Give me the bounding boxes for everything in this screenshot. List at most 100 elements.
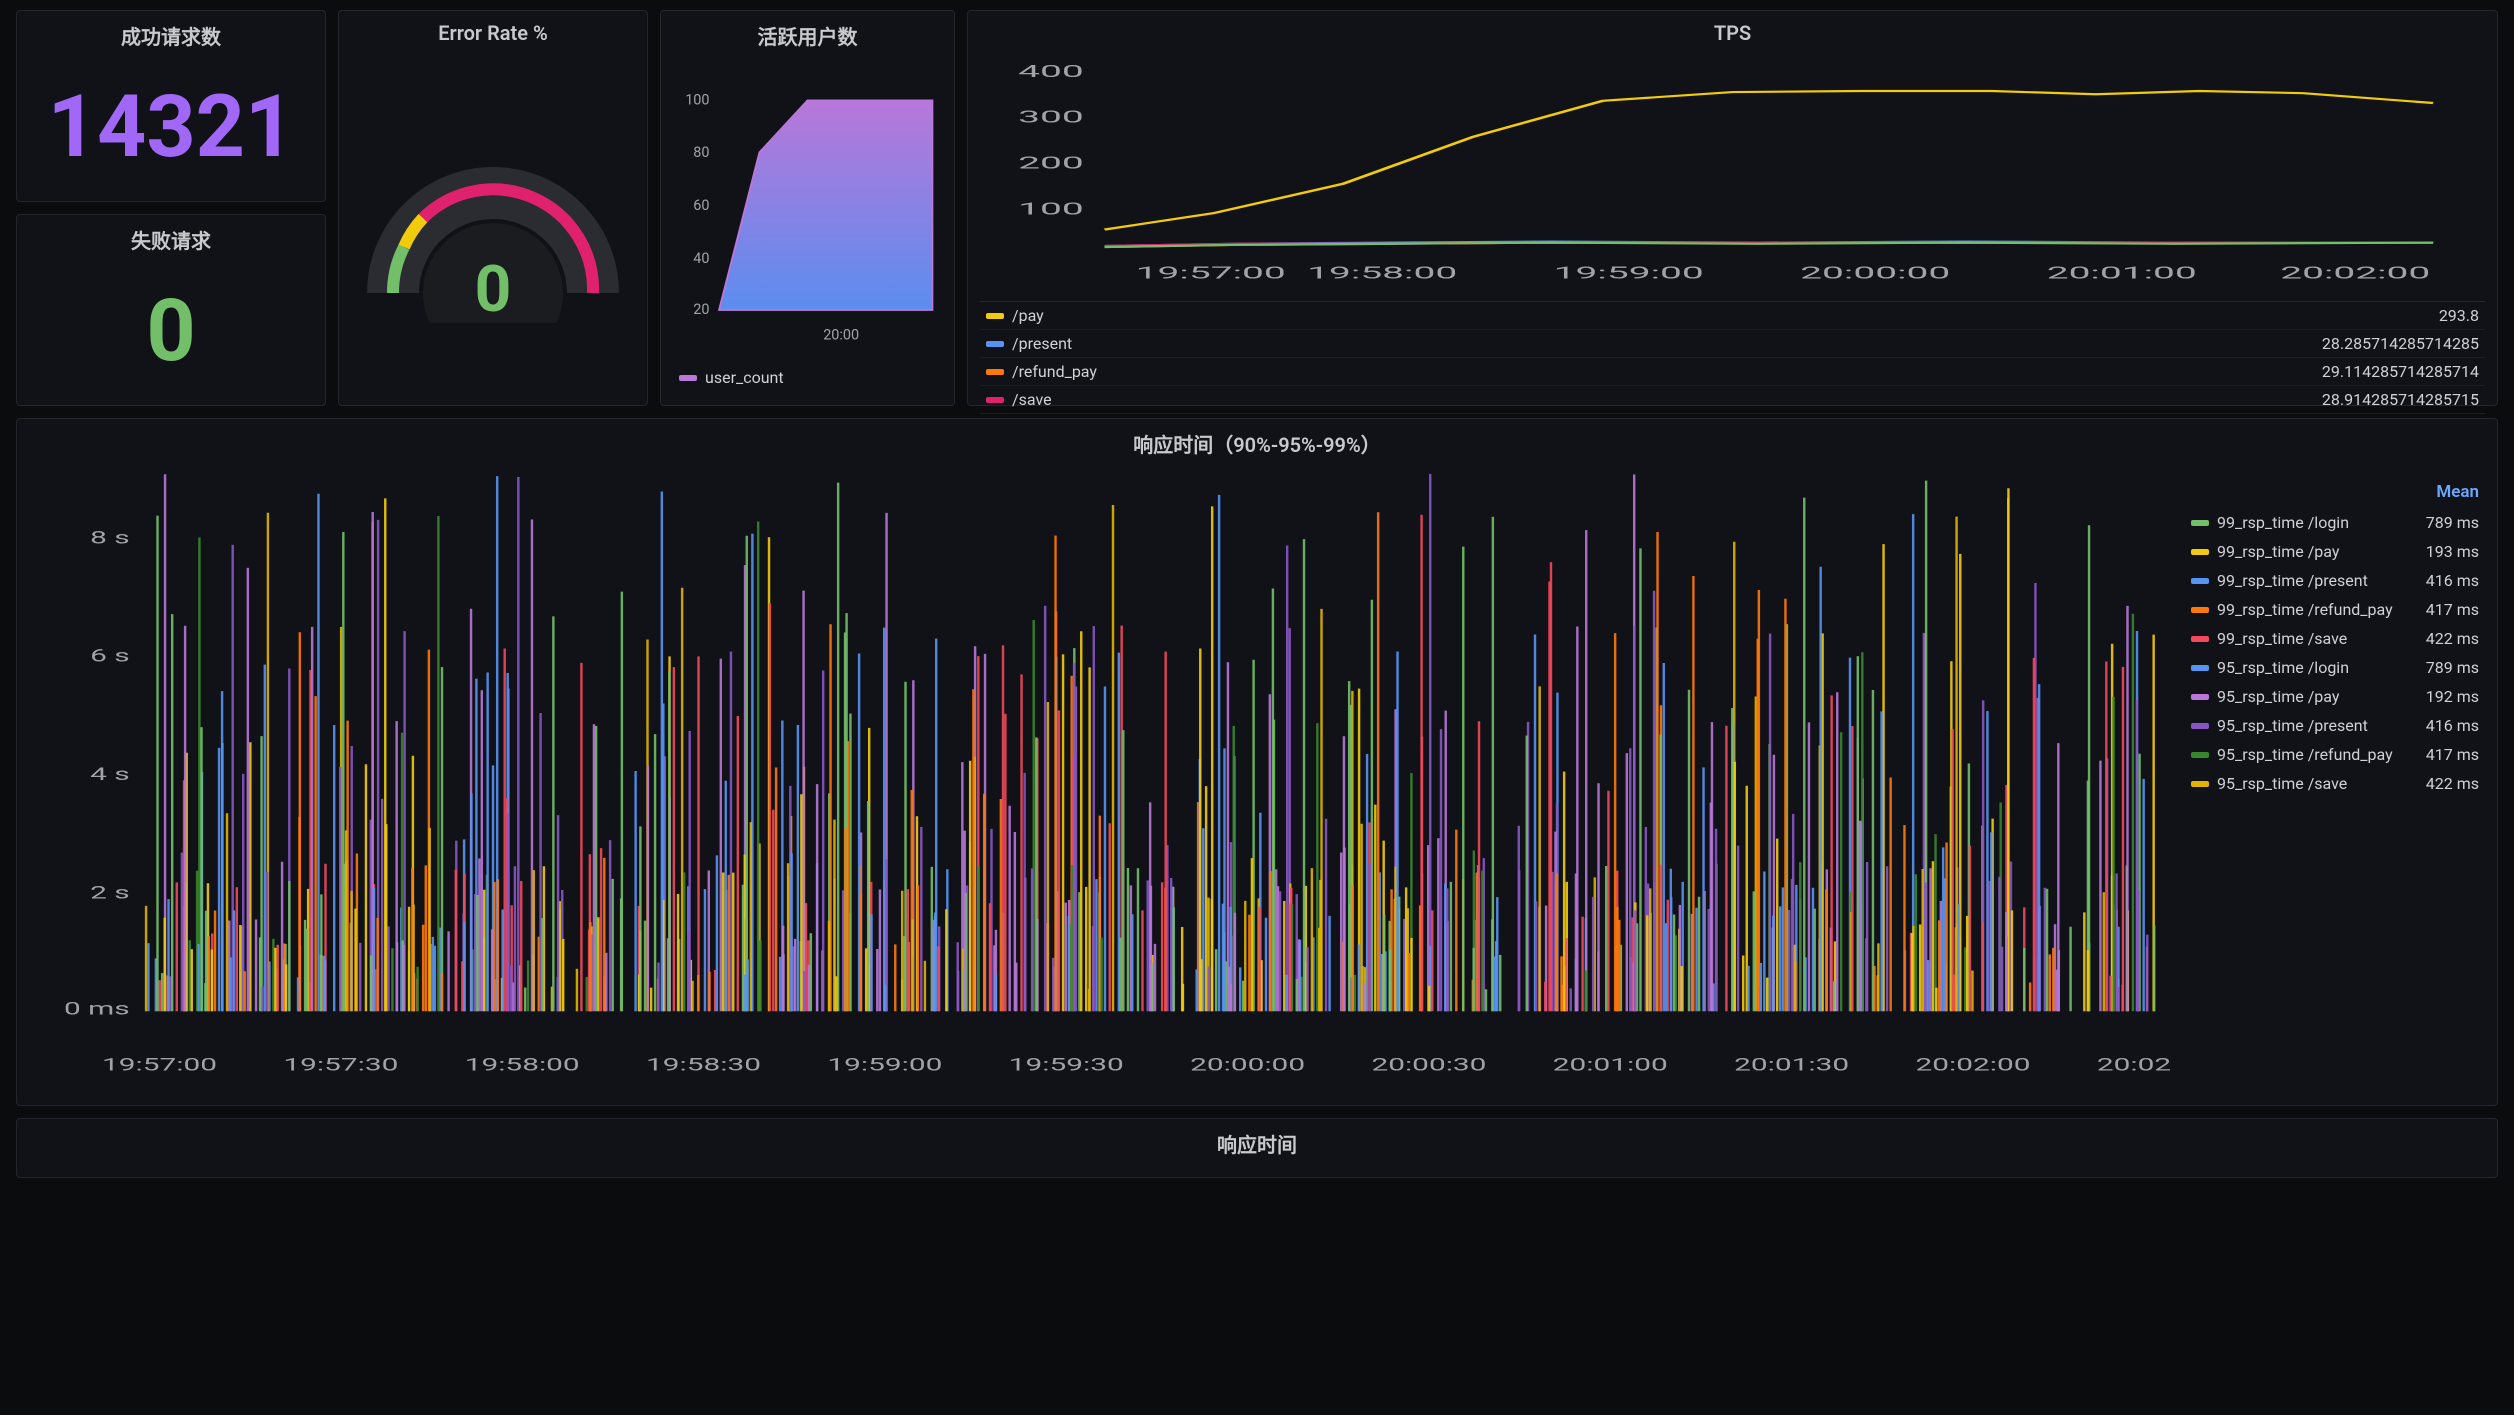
- legend-swatch-icon: [2191, 607, 2209, 613]
- svg-text:2 s: 2 s: [90, 882, 130, 902]
- legend-value: 29.114285714285714: [2322, 362, 2479, 381]
- svg-text:20:01:00: 20:01:00: [1553, 1054, 1668, 1074]
- legend-label: /present: [1012, 334, 1072, 353]
- svg-text:19:57:30: 19:57:30: [283, 1054, 398, 1074]
- legend-header-mean: Mean: [2185, 478, 2485, 508]
- stat-success-value: 14321: [29, 60, 313, 192]
- panel-response-time-pct[interactable]: 响应时间（90%-95%-99%） 8 s 6 s 4 s 2 s 0 ms 1…: [16, 418, 2498, 1106]
- svg-text:19:59:30: 19:59:30: [1009, 1054, 1124, 1074]
- legend-label: 99_rsp_time /refund_pay: [2217, 600, 2393, 619]
- svg-text:20:02:00: 20:02:00: [2280, 264, 2430, 283]
- response-time-chart: 8 s 6 s 4 s 2 s 0 ms 19:57:0019:57:3019:…: [29, 468, 2173, 1092]
- legend-item[interactable]: 95_rsp_time /save 422 ms: [2185, 769, 2485, 798]
- svg-text:20:00:00: 20:00:00: [1800, 264, 1950, 283]
- legend-value: 28.914285714285715: [2322, 390, 2479, 409]
- legend-value: 422 ms: [2426, 629, 2479, 648]
- svg-text:20:01:30: 20:01:30: [1734, 1054, 1849, 1074]
- svg-text:19:58:00: 19:58:00: [465, 1054, 580, 1074]
- legend-item[interactable]: 95_rsp_time /pay 192 ms: [2185, 682, 2485, 711]
- legend-label: user_count: [705, 368, 784, 387]
- tps-legend: /pay293.8/present 28.285714285714285/refu…: [980, 301, 2485, 414]
- legend-item[interactable]: 99_rsp_time /login789 ms: [2185, 508, 2485, 537]
- legend-item[interactable]: 95_rsp_time /refund_pay417 ms: [2185, 740, 2485, 769]
- svg-text:8 s: 8 s: [90, 527, 130, 547]
- legend-item[interactable]: 99_rsp_time /pay 193 ms: [2185, 537, 2485, 566]
- panel-title: Error Rate %: [351, 21, 635, 45]
- panel-success-requests[interactable]: 成功请求数 14321: [16, 10, 326, 202]
- svg-text:20:00:30: 20:00:30: [1371, 1054, 1486, 1074]
- legend-swatch-icon: [2191, 752, 2209, 758]
- legend-value: 192 ms: [2426, 687, 2479, 706]
- svg-text:19:59:00: 19:59:00: [827, 1054, 942, 1074]
- legend-item[interactable]: /refund_pay 29.114285714285714: [980, 358, 2485, 386]
- panel-title: 失败请求: [29, 225, 313, 254]
- legend-label: /refund_pay: [1012, 362, 1097, 381]
- gauge-value: 0: [475, 252, 512, 323]
- panel-active-users[interactable]: 活跃用户数 100 80 60 40 20 20:00 user_count: [660, 10, 955, 406]
- legend-item[interactable]: 99_rsp_time /present 416 ms: [2185, 566, 2485, 595]
- legend-label: /save: [1012, 390, 1052, 409]
- svg-text:19:58:00: 19:58:00: [1307, 264, 1457, 283]
- tps-chart: 400 300 200 100 19:57:00 19:58:00 19:59:…: [980, 55, 2485, 295]
- svg-text:0 ms: 0 ms: [64, 998, 130, 1018]
- legend-swatch-icon: [2191, 578, 2209, 584]
- panel-title: 响应时间（90%-95%-99%）: [29, 429, 2485, 458]
- legend-swatch-icon: [986, 397, 1004, 403]
- svg-text:19:58:30: 19:58:30: [646, 1054, 761, 1074]
- legend-swatch-icon: [2191, 694, 2209, 700]
- svg-text:100: 100: [1018, 199, 1084, 218]
- svg-text:4 s: 4 s: [90, 764, 130, 784]
- active-users-chart: 100 80 60 40 20 20:00: [673, 60, 942, 360]
- svg-text:400: 400: [1018, 62, 1084, 81]
- svg-text:80: 80: [693, 144, 709, 161]
- legend-swatch-icon: [2191, 723, 2209, 729]
- legend-swatch-icon: [986, 313, 1004, 319]
- legend-swatch-icon: [2191, 636, 2209, 642]
- legend-label: 95_rsp_time /save: [2217, 774, 2347, 793]
- panel-error-rate[interactable]: Error Rate % 0: [338, 10, 648, 406]
- svg-text:300: 300: [1018, 108, 1084, 127]
- panel-title: 响应时间: [29, 1129, 2485, 1158]
- svg-text:20:00:00: 20:00:00: [1190, 1054, 1305, 1074]
- legend-item[interactable]: /pay293.8: [980, 302, 2485, 330]
- legend-label: 99_rsp_time /pay: [2217, 542, 2339, 561]
- legend-item[interactable]: 99_rsp_time /save 422 ms: [2185, 624, 2485, 653]
- legend-swatch-icon: [2191, 781, 2209, 787]
- legend-swatch-icon: [2191, 665, 2209, 671]
- legend-label: /pay: [1012, 306, 1044, 325]
- panel-title: TPS: [980, 21, 2485, 45]
- legend-value: 193 ms: [2426, 542, 2479, 561]
- legend-swatch-icon: [986, 341, 1004, 347]
- legend-item[interactable]: /save 28.914285714285715: [980, 386, 2485, 414]
- svg-text:20:00: 20:00: [823, 327, 859, 344]
- legend-label: 95_rsp_time /pay: [2217, 687, 2339, 706]
- panel-tps[interactable]: TPS 400 300 200 100 19:57:00 19:58:00 19…: [967, 10, 2498, 406]
- legend-value: 28.285714285714285: [2322, 334, 2479, 353]
- legend-item[interactable]: /present 28.285714285714285: [980, 330, 2485, 358]
- gauge-chart: 0: [363, 123, 623, 323]
- svg-text:40: 40: [693, 250, 709, 267]
- svg-text:200: 200: [1018, 154, 1084, 173]
- legend-swatch-icon: [986, 369, 1004, 375]
- svg-text:20:02:30: 20:02:30: [2097, 1054, 2173, 1074]
- svg-text:60: 60: [693, 197, 709, 214]
- legend-label: 99_rsp_time /present: [2217, 571, 2368, 590]
- legend-label: 99_rsp_time /save: [2217, 629, 2347, 648]
- legend-value: 422 ms: [2426, 774, 2479, 793]
- legend-item[interactable]: 95_rsp_time /present416 ms: [2185, 711, 2485, 740]
- legend-value: 417 ms: [2426, 600, 2479, 619]
- stat-failed-value: 0: [29, 264, 313, 396]
- svg-text:19:57:00: 19:57:00: [102, 1054, 217, 1074]
- panel-failed-requests[interactable]: 失败请求 0: [16, 214, 326, 406]
- legend-label: 95_rsp_time /login: [2217, 658, 2349, 677]
- legend-item[interactable]: user_count: [673, 364, 942, 391]
- legend-value: 417 ms: [2426, 745, 2479, 764]
- legend-item[interactable]: 95_rsp_time /login 789 ms: [2185, 653, 2485, 682]
- legend-value: 416 ms: [2426, 571, 2479, 590]
- legend-swatch-icon: [2191, 549, 2209, 555]
- panel-response-time[interactable]: 响应时间: [16, 1118, 2498, 1178]
- legend-value: 789 ms: [2426, 658, 2479, 677]
- svg-text:20:01:00: 20:01:00: [2047, 264, 2197, 283]
- panel-title: 成功请求数: [29, 21, 313, 50]
- legend-item[interactable]: 99_rsp_time /refund_pay 417 ms: [2185, 595, 2485, 624]
